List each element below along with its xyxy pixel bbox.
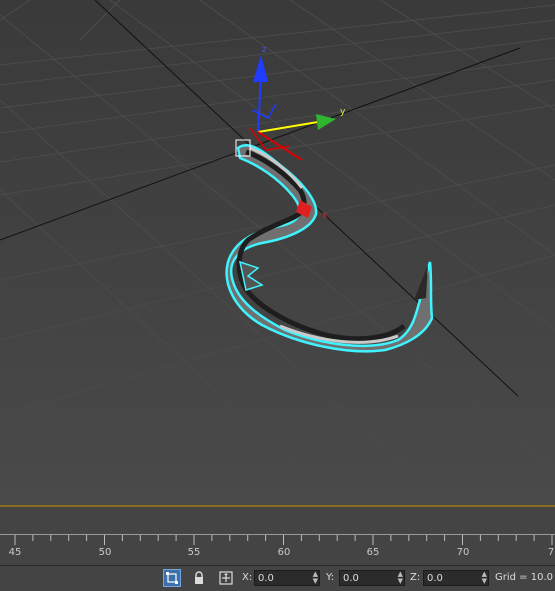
z-coord-field[interactable]: 0.0 ▲ ▼ [423, 570, 489, 586]
perspective-viewport[interactable]: z y x [0, 0, 555, 506]
gizmo-y-axis[interactable] [257, 121, 319, 133]
ruler-label: 65 [366, 547, 380, 558]
gizmo-y-arrow-icon[interactable] [316, 114, 336, 130]
grid-spacing-label: Grid = 10.0 [495, 572, 553, 583]
ruler-label: 50 [98, 547, 112, 558]
time-ruler[interactable]: 45 50 55 60 65 70 7 [0, 534, 555, 564]
lock-icon[interactable] [190, 569, 208, 587]
ruler-ticks [0, 534, 555, 545]
gizmo-y-label: y [340, 107, 346, 117]
viewport-canvas[interactable]: z y x [0, 0, 555, 506]
y-coord-label: Y: [326, 572, 335, 583]
gizmo-x-label: x [322, 211, 328, 221]
z-coord-label: Z: [410, 572, 421, 583]
z-spinner-arrows-icon[interactable]: ▲ ▼ [482, 571, 487, 585]
gizmo-z-arrow-icon[interactable] [253, 55, 268, 82]
ruler-label: 55 [187, 547, 201, 558]
absolute-mode-icon[interactable] [217, 569, 235, 587]
gizmo-z-label: z [262, 45, 267, 55]
ruler-label: 45 [8, 547, 22, 558]
x-spinner-arrows-icon[interactable]: ▲ ▼ [313, 571, 318, 585]
y-coord-field[interactable]: 0.0 ▲ ▼ [339, 570, 405, 586]
selection-lock-icon[interactable] [163, 569, 181, 587]
status-bar: X: 0.0 ▲ ▼ Y: 0.0 ▲ ▼ Z: 0.0 ▲ ▼ Grid = 10.… [0, 565, 555, 591]
ruler-label: 7 [547, 547, 555, 558]
z-coord-value: 0.0 [427, 573, 443, 584]
ruler-label: 60 [277, 547, 291, 558]
x-coord-label: X: [242, 572, 253, 583]
y-coord-value: 0.0 [343, 573, 359, 584]
x-coord-value: 0.0 [258, 573, 274, 584]
gizmo-yz-plane[interactable] [251, 103, 277, 119]
y-spinner-arrows-icon[interactable]: ▲ ▼ [398, 571, 403, 585]
x-coord-field[interactable]: 0.0 ▲ ▼ [254, 570, 320, 586]
home-grid [0, 0, 555, 506]
ruler-label: 70 [456, 547, 470, 558]
